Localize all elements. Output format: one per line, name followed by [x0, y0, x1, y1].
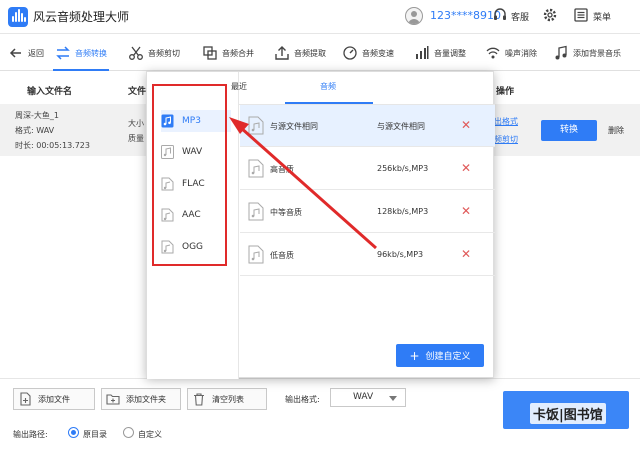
- tab-noise-removal[interactable]: 噪声消除: [485, 35, 537, 71]
- audio-file-icon: [248, 116, 264, 135]
- avatar[interactable]: [405, 7, 423, 25]
- menu-label[interactable]: 菜单: [593, 10, 611, 23]
- back-arrow-icon: [9, 48, 21, 58]
- quality-spec: 96kb/s,MP3: [377, 250, 424, 259]
- tab-audio-cut-label: 音频剪切: [148, 48, 180, 58]
- output-format-select[interactable]: WAV: [330, 388, 406, 407]
- convert-button[interactable]: 转换: [541, 120, 597, 141]
- format-list: MP3 WAV FLAC AAC OGG: [147, 72, 239, 379]
- extract-icon: [275, 46, 289, 60]
- tab-audio-extract[interactable]: 音频提取: [274, 35, 326, 71]
- quality-name: 中等音质: [270, 208, 302, 217]
- tab-add-bgm[interactable]: 添加背景音乐: [553, 35, 621, 71]
- tab-audio-convert-label: 音频转换: [75, 48, 107, 58]
- output-format-link[interactable]: 出格式: [494, 116, 518, 127]
- speed-icon: [343, 46, 357, 60]
- add-folder-button[interactable]: 添加文件夹: [101, 388, 181, 410]
- audio-file-icon: [248, 159, 264, 178]
- audio-file-icon: [248, 202, 264, 221]
- add-folder-icon: [106, 394, 120, 405]
- tab-audio-cut[interactable]: 音频剪切: [128, 35, 180, 71]
- radio-original-dir-label[interactable]: 原目录: [83, 429, 107, 440]
- quality-spec: 128kb/s,MP3: [377, 207, 429, 216]
- quality-row[interactable]: 与源文件相同 与源文件相同 ✕: [240, 105, 495, 147]
- tab-recent[interactable]: 最近: [231, 81, 247, 92]
- tab-volume-adjust-label: 音量调整: [434, 48, 466, 58]
- tab-audio[interactable]: 音频: [320, 81, 336, 92]
- trash-icon: [194, 393, 204, 406]
- audio-file-icon: [248, 245, 264, 264]
- tab-audio-extract-label: 音频提取: [294, 48, 326, 58]
- convert-icon: [56, 46, 70, 60]
- headset-icon[interactable]: [492, 7, 508, 23]
- add-file-button[interactable]: 添加文件: [13, 388, 95, 410]
- music-note-icon: [555, 45, 567, 60]
- tab-volume-adjust[interactable]: 音量调整: [414, 35, 466, 71]
- tab-noise-removal-label: 噪声消除: [505, 48, 537, 58]
- create-custom-button[interactable]: + 创建自定义: [396, 344, 484, 367]
- delete-link[interactable]: 删除: [608, 125, 624, 136]
- output-path-label: 输出路径:: [13, 430, 48, 439]
- radio-custom-dir-label[interactable]: 自定义: [138, 429, 162, 440]
- title-bar: 风云音频处理大师 123****8910 客服 菜单: [0, 0, 640, 34]
- quality-spec: 与源文件相同: [377, 122, 425, 131]
- quality-spec: 256kb/s,MP3: [377, 164, 429, 173]
- tab-audio-speed[interactable]: 音频变速: [342, 35, 394, 71]
- close-icon[interactable]: ✕: [461, 247, 471, 261]
- header-input-name: 输入文件名: [27, 87, 73, 97]
- add-file-icon: [20, 392, 31, 406]
- user-phone[interactable]: 123****8910: [430, 9, 501, 22]
- file-format: 格式: WAV: [15, 126, 55, 135]
- output-format-label: 输出格式:: [285, 395, 320, 404]
- create-custom-label: 创建自定义: [425, 352, 471, 362]
- quality-row[interactable]: 低音质 96kb/s,MP3 ✕: [240, 234, 495, 276]
- back-label: 返回: [28, 48, 44, 58]
- close-icon[interactable]: ✕: [461, 161, 471, 175]
- quality-name: 高音质: [270, 165, 294, 174]
- function-toolbar: 返回 音频转换 音频剪切 音频合并 音频提取 音频变速 音量调整 噪声消除 添加…: [0, 35, 640, 71]
- watermark: 卡饭|图书馆: [530, 403, 606, 424]
- plus-icon: +: [409, 348, 420, 363]
- close-icon[interactable]: ✕: [461, 204, 471, 218]
- quality-name: 低音质: [270, 251, 294, 260]
- scissors-icon: [129, 46, 143, 60]
- clear-list-button[interactable]: 清空列表: [187, 388, 267, 410]
- tab-audio-merge[interactable]: 音频合并: [202, 35, 254, 71]
- clear-list-label: 清空列表: [212, 394, 244, 404]
- tab-audio-convert[interactable]: 音频转换: [53, 35, 109, 71]
- radio-original-dir[interactable]: [68, 427, 79, 438]
- file-quality-label: 质量: [128, 134, 144, 143]
- menu-icon[interactable]: [573, 7, 589, 23]
- app-logo-icon: [8, 7, 28, 27]
- highlight-box: [152, 84, 227, 266]
- quality-name: 与源文件相同: [270, 122, 318, 131]
- quality-row[interactable]: 高音质 256kb/s,MP3 ✕: [240, 148, 495, 190]
- header-file-info: 文件: [128, 87, 147, 97]
- tab-audio-merge-label: 音频合并: [222, 48, 254, 58]
- add-folder-label: 添加文件夹: [126, 394, 166, 404]
- file-size-label: 大小: [128, 119, 144, 128]
- file-name: 周深-大鱼_1: [15, 111, 59, 120]
- tab-add-bgm-label: 添加背景音乐: [573, 48, 621, 58]
- volume-icon: [416, 46, 429, 59]
- quality-row[interactable]: 中等音质 128kb/s,MP3 ✕: [240, 191, 495, 233]
- app-title: 风云音频处理大师: [33, 10, 130, 24]
- file-duration: 时长: 00:05:13.723: [15, 141, 90, 150]
- radio-custom-dir[interactable]: [123, 427, 134, 438]
- noise-icon: [486, 47, 500, 59]
- back-button[interactable]: 返回: [8, 35, 44, 71]
- audio-cut-link[interactable]: 频剪切: [494, 134, 518, 145]
- header-operation: 操作: [496, 87, 515, 97]
- close-icon[interactable]: ✕: [461, 118, 471, 132]
- customer-service-label[interactable]: 客服: [511, 10, 529, 23]
- tab-audio-speed-label: 音频变速: [362, 48, 394, 58]
- merge-icon: [203, 46, 217, 60]
- add-file-label: 添加文件: [38, 394, 70, 404]
- format-popup: MP3 WAV FLAC AAC OGG 最近 音频 与源文件相同 与源文件相同…: [146, 71, 495, 379]
